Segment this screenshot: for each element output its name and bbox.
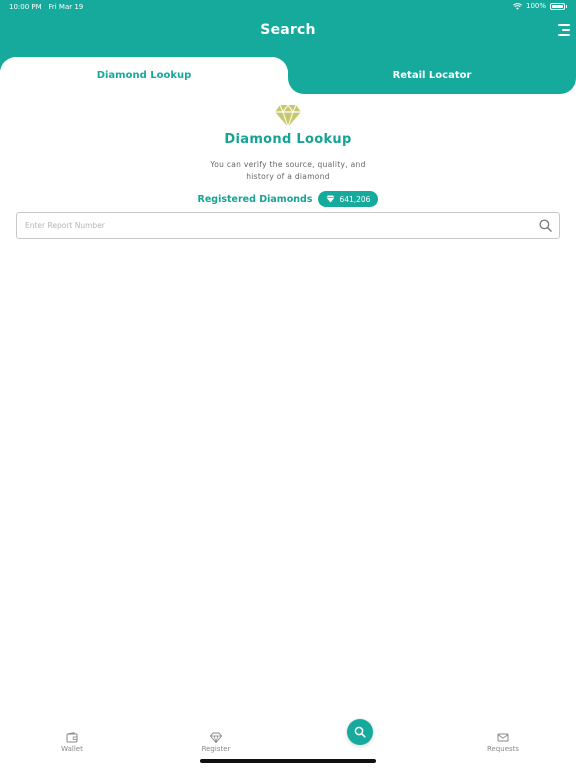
battery-percent: 100% (525, 2, 546, 10)
status-right: 100% (513, 2, 567, 10)
diamond-icon (326, 195, 335, 203)
lookup-description: You can verify the source, quality, and … (210, 160, 366, 181)
battery-icon (550, 2, 565, 10)
status-time: 10:00 PM Fri Mar 19 (9, 3, 84, 11)
registered-row: Registered Diamonds 641,206 (0, 191, 576, 207)
lookup-section: Diamond Lookup You can verify the source… (0, 104, 576, 207)
lookup-title: Diamond Lookup (224, 132, 352, 147)
nav-requests-label: Requests (486, 745, 520, 753)
page-title: Search (260, 22, 316, 38)
tab-bar: Diamond Lookup Retail Locator (0, 57, 576, 94)
menu-button[interactable] (556, 24, 570, 36)
registered-count: 641,206 (339, 194, 371, 204)
nav-wallet[interactable]: Wallet (32, 732, 112, 753)
diamond-logo-icon (275, 104, 301, 128)
search-box (16, 212, 560, 239)
nav-register-label: Register (201, 745, 231, 753)
report-number-input[interactable] (25, 213, 525, 238)
wifi-icon (513, 2, 522, 10)
nav-wallet-label: Wallet (61, 745, 83, 753)
home-indicator (200, 759, 376, 763)
status-bar: 10:00 PM Fri Mar 19 100% (0, 0, 576, 16)
tab-retail-locator[interactable]: Retail Locator (288, 57, 576, 94)
search-icon[interactable] (539, 219, 552, 232)
search-icon (354, 726, 366, 738)
registered-label: Registered Diamonds (197, 193, 313, 205)
search-fab-button[interactable] (347, 719, 373, 745)
tab-diamond-lookup[interactable]: Diamond Lookup (0, 57, 288, 94)
registered-count-badge: 641,206 (318, 191, 379, 207)
nav-register[interactable]: Register (176, 732, 256, 753)
nav-requests[interactable]: Requests (463, 732, 543, 753)
wallet-icon (66, 732, 78, 743)
envelope-icon (497, 733, 509, 742)
diamond-icon (210, 732, 222, 743)
